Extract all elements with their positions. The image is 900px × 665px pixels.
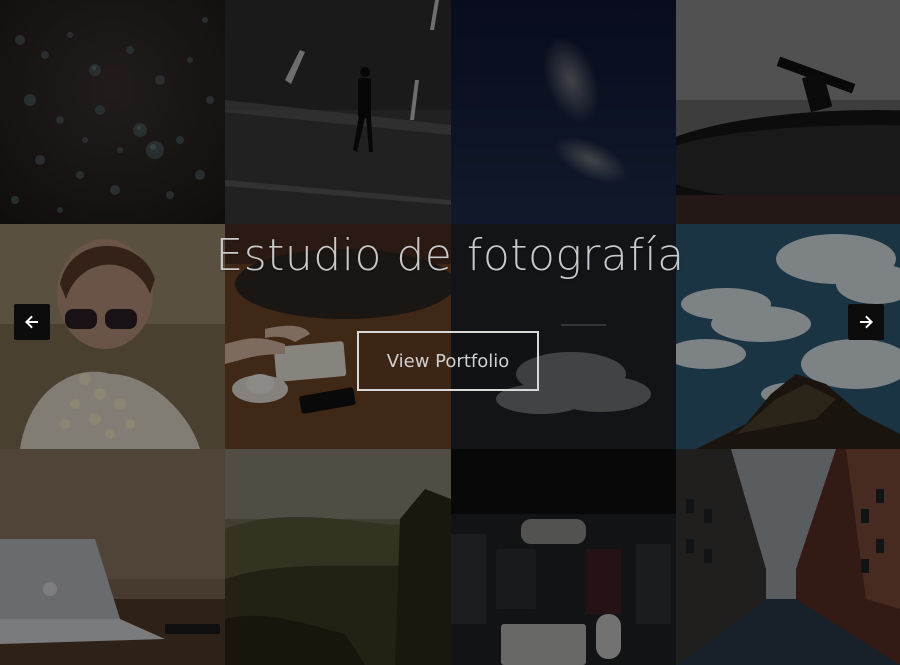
hills-landscape-photo	[225, 449, 451, 665]
next-slide-button[interactable]	[848, 304, 884, 340]
laptop-desk-photo	[0, 449, 225, 665]
arrow-left-icon	[25, 315, 38, 329]
view-portfolio-button[interactable]: View Portfolio	[357, 331, 539, 391]
night-sky-cloud-photo	[451, 0, 676, 224]
previous-slide-button[interactable]	[14, 304, 50, 340]
arrow-right-icon	[860, 315, 873, 329]
city-street-photo	[676, 449, 900, 665]
water-drops-photo	[0, 0, 225, 224]
record-player-photo	[676, 0, 900, 224]
workspace-keyboard-photo	[451, 449, 676, 665]
man-walking-road-photo	[225, 0, 451, 224]
